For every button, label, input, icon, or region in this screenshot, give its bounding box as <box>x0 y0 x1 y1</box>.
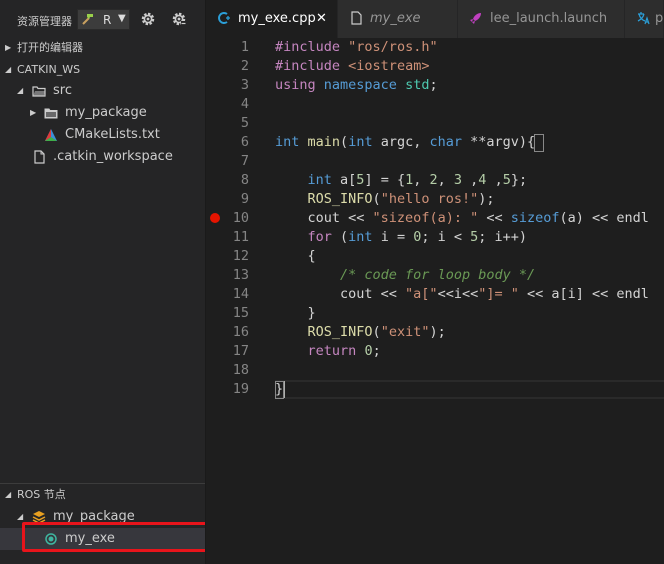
breakpoint-marker[interactable] <box>210 213 220 223</box>
cpp-file-icon <box>218 12 230 24</box>
tree-item-catkin-workspace[interactable]: .catkin_workspace <box>0 146 205 168</box>
file-icon <box>351 11 362 25</box>
tree-item-src[interactable]: ◢ src <box>0 80 205 102</box>
ros-nodes-label: ROS 节点 <box>17 488 66 501</box>
code-line-9: ROS_INFO("hello ros!"); <box>307 191 495 207</box>
explorer-title: 资源管理器 <box>17 15 72 28</box>
chevron-down-icon: ▼ <box>118 13 126 24</box>
line-number: 17 <box>232 343 249 359</box>
open-editors-section[interactable]: ▶ 打开的编辑器 <box>0 37 205 59</box>
code-editor[interactable]: 1 2 3 4 5 6 7 8 9 10 11 12 13 14 15 16 1… <box>206 38 664 564</box>
code-line-14: cout << "a["<<i<<"]= " << a[i] << endl <box>275 286 649 302</box>
code-line-13: /* code for loop body */ <box>340 267 536 283</box>
code-line-19: } <box>275 381 284 397</box>
line-number: 7 <box>240 153 249 169</box>
code-line-17: return 0; <box>307 343 381 359</box>
tab-label: lee_launch.launch <box>490 11 608 26</box>
tree-item-label: .catkin_workspace <box>53 149 173 164</box>
bracket-match-box <box>534 134 544 152</box>
line-number: 5 <box>240 115 249 131</box>
tree-item-label: my_package <box>65 105 147 120</box>
explorer-sidebar: 资源管理器 R ▼ ▶ 打开的编辑器 ◢ CATKIN_WS ◢ src ▶ m… <box>0 0 206 564</box>
line-number: 15 <box>232 305 249 321</box>
chevron-down-icon: ◢ <box>5 490 12 499</box>
line-number: 13 <box>232 267 249 283</box>
chevron-down-icon: ◢ <box>5 65 12 74</box>
line-number: 18 <box>232 362 249 378</box>
code-line-3: using namespace std; <box>275 77 438 93</box>
code-line-16: ROS_INFO("exit"); <box>307 324 446 340</box>
line-number: 9 <box>240 191 249 207</box>
ros-nodes-section[interactable]: ◢ ROS 节点 <box>0 484 205 506</box>
line-number: 6 <box>240 134 249 150</box>
chevron-down-icon: ◢ <box>17 86 24 95</box>
text-cursor <box>284 381 285 398</box>
annotation-highlight-box <box>22 522 205 552</box>
current-line-highlight <box>275 380 664 399</box>
tab-my-exe[interactable]: my_exe <box>338 0 458 38</box>
workspace-label: CATKIN_WS <box>17 63 81 76</box>
tab-label: p <box>655 11 664 26</box>
code-line-15: } <box>275 305 316 321</box>
line-number: 2 <box>240 58 249 74</box>
file-icon <box>34 150 45 164</box>
code-line-6: int main(int argc, char **argv){ <box>275 134 536 150</box>
tab-partial[interactable]: p <box>625 0 664 38</box>
line-number: 1 <box>240 39 249 55</box>
tree-item-my-package[interactable]: ▶ my_package <box>0 102 205 124</box>
chevron-right-icon: ▶ <box>5 43 12 52</box>
code-line-1: #include "ros/ros.h" <box>275 39 438 55</box>
code-line-11: for (int i = 0; i < 5; i++) <box>307 229 528 245</box>
chevron-right-icon: ▶ <box>30 108 37 117</box>
gear-icon[interactable] <box>140 11 156 27</box>
translate-icon <box>637 12 650 25</box>
tab-my-exe-cpp[interactable]: my_exe.cpp ✕ <box>206 0 338 38</box>
rocket-icon <box>470 13 481 24</box>
tab-label: my_exe <box>370 11 421 26</box>
open-editors-label: 打开的编辑器 <box>17 41 83 54</box>
line-number: 11 <box>232 229 249 245</box>
folder-open-icon <box>32 86 46 97</box>
code-line-12: { <box>275 248 316 264</box>
code-line-2: #include <iostream> <box>275 58 430 74</box>
explorer-header: 资源管理器 R ▼ <box>0 0 205 38</box>
tree-item-cmakelists[interactable]: CMakeLists.txt <box>0 124 205 146</box>
close-icon[interactable]: ✕ <box>316 11 327 26</box>
line-number: 4 <box>240 96 249 112</box>
line-number: 16 <box>232 324 249 340</box>
build-tool-label: R <box>103 13 112 27</box>
cmake-icon <box>45 129 57 141</box>
line-number: 12 <box>232 248 249 264</box>
folder-icon <box>44 108 58 119</box>
line-number: 19 <box>232 381 249 397</box>
build-tool-button[interactable]: R ▼ <box>77 9 130 30</box>
line-number: 3 <box>240 77 249 93</box>
tree-item-label: src <box>53 83 72 98</box>
line-number: 14 <box>232 286 249 302</box>
code-line-8: int a[5] = {1, 2, 3 ,4 ,5}; <box>307 172 528 188</box>
tree-item-label: CMakeLists.txt <box>65 127 160 142</box>
line-number: 8 <box>240 172 249 188</box>
workspace-section[interactable]: ◢ CATKIN_WS <box>0 59 205 81</box>
tab-label: my_exe.cpp <box>238 11 316 26</box>
hammer-icon <box>82 14 93 25</box>
tab-lee-launch[interactable]: lee_launch.launch <box>458 0 625 38</box>
code-line-10: cout << "sizeof(a): " << sizeof(a) << en… <box>275 210 649 226</box>
editor-tab-bar: my_exe.cpp ✕ my_exe lee_launch.launch p <box>206 0 664 38</box>
gear-settings-icon[interactable] <box>171 11 187 27</box>
